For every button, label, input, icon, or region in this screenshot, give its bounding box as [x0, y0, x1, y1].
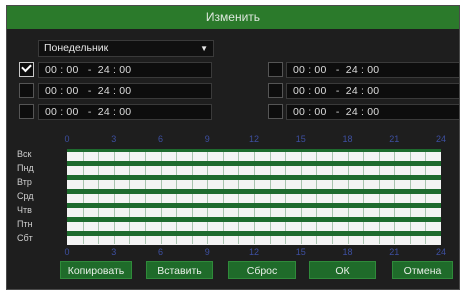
hour-tick: 24 [435, 134, 447, 144]
hour-tick: 9 [204, 247, 210, 257]
hour-gridline [363, 149, 364, 244]
hour-tick: 3 [111, 134, 117, 144]
hour-gridline [98, 149, 99, 244]
period-4-checkbox[interactable] [268, 62, 283, 77]
hour-tick: 15 [295, 134, 306, 144]
day-label-tue: Втр [17, 177, 32, 187]
day-select[interactable]: Понедельник ▼ [38, 40, 214, 57]
hour-tick: 15 [295, 247, 306, 257]
checkmark-icon [21, 61, 32, 73]
period-6-time-field[interactable]: 00 : 00 - 24 : 00 [286, 104, 459, 120]
hour-gridline [207, 149, 208, 244]
hour-tick: 6 [157, 134, 164, 144]
hour-gridline [425, 149, 426, 244]
hour-gridline [301, 149, 302, 244]
hour-gridline [410, 149, 411, 244]
hour-gridline [83, 149, 84, 244]
copy-button[interactable]: Копировать [60, 261, 132, 279]
edit-schedule-dialog: Изменить Понедельник ▼ 00 : 00 - 24 : 00… [6, 5, 460, 290]
period-3-checkbox[interactable] [19, 104, 34, 119]
day-label-sat: Сбт [17, 233, 33, 243]
period-6-checkbox[interactable] [268, 104, 283, 119]
day-label-thu: Чтв [17, 205, 32, 215]
hour-gridline [394, 149, 395, 244]
hour-tick: 21 [389, 247, 400, 257]
hour-gridline [238, 149, 239, 244]
period-5-checkbox[interactable] [268, 83, 283, 98]
hour-tick: 3 [111, 247, 117, 257]
period-3-time-field[interactable]: 00 : 00 - 24 : 00 [38, 104, 212, 120]
cancel-button[interactable]: Отмена [392, 261, 453, 279]
hour-tick: 0 [64, 134, 70, 144]
day-label-sun: Вск [17, 149, 32, 159]
hour-tick: 18 [342, 247, 353, 257]
dialog-title: Изменить [7, 6, 459, 29]
day-select-value: Понедельник [44, 42, 109, 54]
schedule-grid[interactable] [67, 149, 441, 245]
hour-gridline [192, 149, 193, 244]
hour-axis-bottom: 0 3 6 9 12 15 18 21 24 [7, 247, 459, 259]
hour-tick: 18 [342, 134, 353, 144]
day-label-fri: Птн [17, 219, 33, 229]
hour-tick: 6 [157, 247, 164, 257]
hour-gridline [254, 149, 255, 244]
reset-button[interactable]: Сброс [228, 261, 296, 279]
chevron-down-icon: ▼ [200, 44, 208, 53]
hour-gridline [285, 149, 286, 244]
paste-button[interactable]: Вставить [146, 261, 213, 279]
hour-axis-top: 0 3 6 9 12 15 18 21 24 [7, 134, 459, 146]
hour-gridline [176, 149, 177, 244]
hour-tick: 9 [204, 134, 210, 144]
hour-gridline [223, 149, 224, 244]
day-label-wed: Срд [17, 191, 34, 201]
period-5-time-field[interactable]: 00 : 00 - 24 : 00 [286, 83, 459, 99]
period-2-time-field[interactable]: 00 : 00 - 24 : 00 [38, 83, 212, 99]
hour-gridline [379, 149, 380, 244]
period-1-checkbox[interactable] [19, 61, 34, 77]
hour-gridline [316, 149, 317, 244]
hour-tick: 21 [389, 134, 400, 144]
hour-gridline [145, 149, 146, 244]
hour-tick: 24 [435, 247, 447, 257]
hour-gridline [114, 149, 115, 244]
hour-tick: 12 [248, 134, 260, 144]
hour-gridline [161, 149, 162, 244]
hour-gridline [270, 149, 271, 244]
hour-tick: 12 [248, 247, 260, 257]
ok-button[interactable]: ОК [309, 261, 376, 279]
hour-tick: 0 [64, 247, 70, 257]
period-1-time-field[interactable]: 00 : 00 - 24 : 00 [38, 62, 212, 78]
day-label-mon: Пнд [17, 163, 34, 173]
hour-gridline [332, 149, 333, 244]
period-2-checkbox[interactable] [19, 83, 34, 98]
period-4-time-field[interactable]: 00 : 00 - 24 : 00 [286, 62, 459, 78]
hour-gridline [129, 149, 130, 244]
hour-gridline [348, 149, 349, 244]
